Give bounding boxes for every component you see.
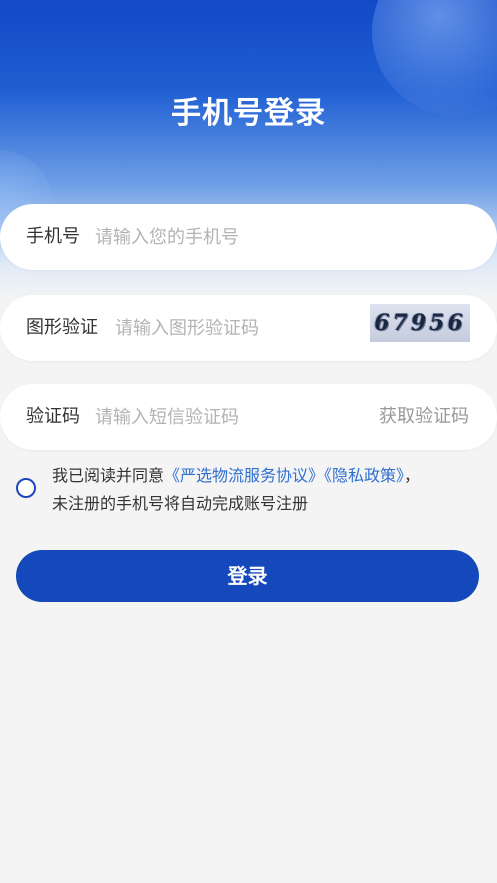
agreement-suffix: ， — [404, 466, 421, 485]
agreement-prefix: 我已阅读并同意 — [52, 466, 165, 485]
sms-code-field: 验证码 获取验证码 — [0, 384, 497, 450]
captcha-label: 图形验证 — [26, 317, 98, 338]
agreement-text: 我已阅读并同意《严选物流服务协议》《隐私政策》， 未注册的手机号将自动完成账号注… — [52, 462, 482, 518]
auto-register-note: 未注册的手机号将自动完成账号注册 — [52, 494, 309, 513]
agreement-checkbox[interactable] — [16, 478, 36, 498]
login-button[interactable]: 登录 — [16, 550, 479, 602]
captcha-input[interactable] — [115, 295, 360, 361]
sms-code-input[interactable] — [95, 384, 360, 450]
phone-input[interactable] — [95, 204, 465, 270]
phone-field: 手机号 — [0, 204, 497, 270]
get-code-button[interactable]: 获取验证码 — [379, 384, 469, 450]
sms-code-label: 验证码 — [26, 406, 80, 427]
captcha-field: 图形验证 67956 — [0, 295, 497, 361]
privacy-policy-link[interactable]: 《隐私政策》 — [324, 466, 404, 485]
captcha-image[interactable]: 67956 — [370, 304, 470, 342]
service-agreement-link[interactable]: 《严选物流服务协议》 — [164, 466, 324, 485]
phone-label: 手机号 — [26, 226, 80, 247]
page-title: 手机号登录 — [171, 96, 326, 131]
